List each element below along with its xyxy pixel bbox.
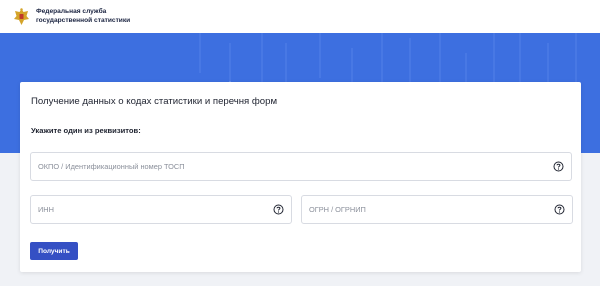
inn-field[interactable]: ИНН bbox=[30, 195, 292, 224]
form-hint: Укажите один из реквизитов: bbox=[31, 126, 141, 135]
inn-placeholder: ИНН bbox=[38, 205, 54, 214]
question-circle-icon[interactable] bbox=[553, 161, 564, 172]
question-circle-icon[interactable] bbox=[554, 204, 565, 215]
top-header: Федеральная служба государственной стати… bbox=[0, 0, 600, 33]
okpo-field[interactable]: ОКПО / Идентификационный номер ТОСП bbox=[30, 152, 572, 181]
question-circle-icon[interactable] bbox=[273, 204, 284, 215]
request-form-card: Получение данных о кодах статистики и пе… bbox=[20, 82, 581, 272]
submit-button[interactable]: Получить bbox=[30, 242, 78, 260]
coat-of-arms-icon bbox=[14, 7, 29, 25]
ogrn-field[interactable]: ОГРН / ОГРНИП bbox=[301, 195, 573, 224]
form-title: Получение данных о кодах статистики и пе… bbox=[31, 96, 278, 107]
org-name: Федеральная служба государственной стати… bbox=[36, 8, 130, 25]
org-name-line1: Федеральная служба bbox=[36, 8, 107, 15]
org-name-line2: государственной статистики bbox=[36, 16, 131, 24]
ogrn-placeholder: ОГРН / ОГРНИП bbox=[309, 205, 366, 214]
okpo-placeholder: ОКПО / Идентификационный номер ТОСП bbox=[38, 162, 185, 171]
